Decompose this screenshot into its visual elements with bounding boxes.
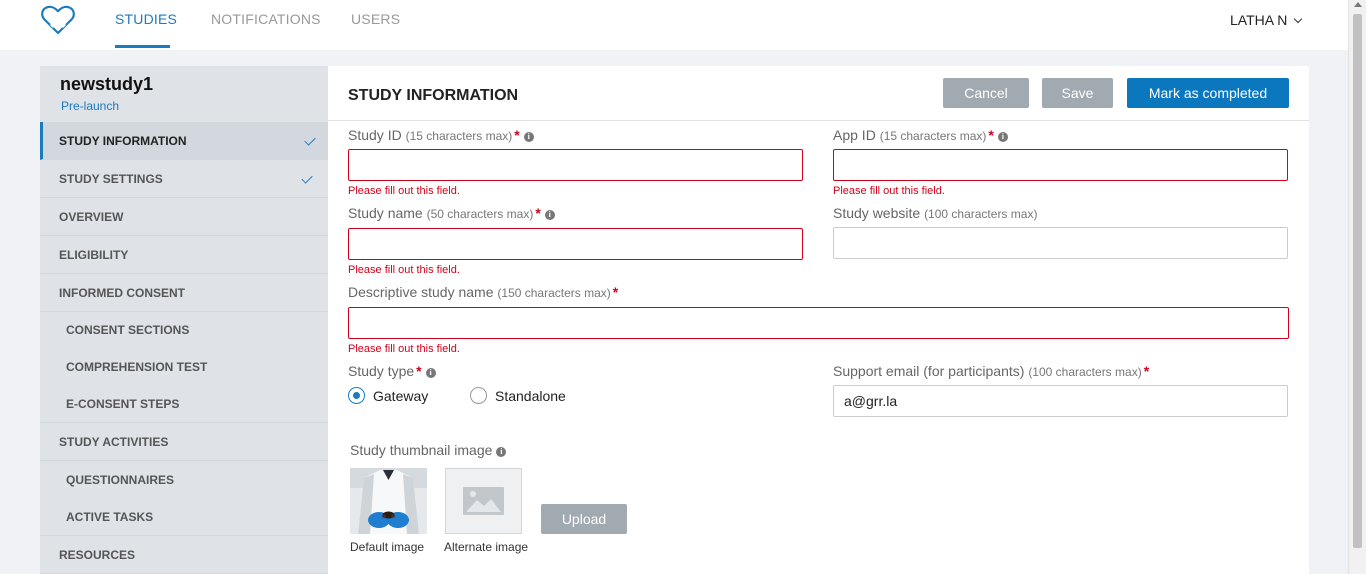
- sidebar-item-label: OVERVIEW: [59, 209, 124, 224]
- support-email-input[interactable]: [833, 385, 1288, 417]
- sidebar-item-label: QUESTIONNAIRES: [66, 473, 175, 487]
- tab-studies[interactable]: STUDIES: [115, 11, 177, 27]
- save-button[interactable]: Save: [1042, 78, 1113, 108]
- info-icon[interactable]: i: [523, 132, 534, 142]
- alternate-image-caption: Alternate image: [444, 540, 529, 554]
- sidebar-item-label: STUDY SETTINGS: [59, 171, 163, 186]
- default-image-caption: Default image: [350, 540, 425, 554]
- scientist-photo-icon: [350, 468, 427, 534]
- sidebar-item-label: ACTIVE TASKS: [66, 509, 154, 524]
- required-asterisk: *: [514, 127, 520, 143]
- upload-button[interactable]: Upload: [541, 504, 627, 534]
- sidebar-item-overview[interactable]: OVERVIEW: [40, 198, 328, 236]
- sidebar-item-label: ELIGIBILITY: [59, 247, 129, 262]
- page-title: STUDY INFORMATION: [348, 87, 519, 104]
- sidebar-item-questionnaires[interactable]: QUESTIONNAIRES: [40, 461, 328, 499]
- study-name: newstudy1: [60, 74, 154, 94]
- radio-button-checked[interactable]: [348, 387, 365, 404]
- study-type-label: Study type * i: [348, 363, 436, 379]
- required-asterisk: *: [1143, 363, 1150, 379]
- mark-as-completed-button[interactable]: Mark as completed: [1127, 78, 1289, 108]
- sidebar-item-label: CONSENT SECTIONS: [66, 323, 190, 337]
- sidebar-item-study-activities[interactable]: STUDY ACTIVITIES: [40, 423, 328, 461]
- required-asterisk: *: [416, 363, 422, 379]
- radio-gateway[interactable]: Gateway: [348, 387, 428, 404]
- descriptive-study-name-input[interactable]: [348, 307, 1289, 339]
- tab-users[interactable]: USERS: [351, 11, 400, 27]
- sidebar-item-study-information[interactable]: STUDY INFORMATION: [40, 122, 328, 160]
- sidebar-item-e-consent-steps[interactable]: E-CONSENT STEPS: [40, 385, 328, 423]
- sidebar-item-active-tasks[interactable]: ACTIVE TASKS: [40, 498, 328, 536]
- radio-label: Gateway: [373, 387, 429, 404]
- top-nav-bar: STUDIES NOTIFICATIONS USERS LATHA N: [0, 0, 1348, 50]
- study-name-label: Study name (50 characters max) * i: [348, 205, 555, 221]
- study-status: Pre-launch: [61, 99, 120, 113]
- scrollbar-thumb[interactable]: [1353, 14, 1362, 548]
- radio-button[interactable]: [470, 387, 487, 404]
- sidebar-item-label: STUDY ACTIVITIES: [59, 434, 169, 449]
- study-website-input[interactable]: [833, 227, 1288, 259]
- tab-notifications[interactable]: NOTIFICATIONS: [211, 11, 321, 27]
- app-id-error: Please fill out this field.: [833, 185, 945, 197]
- user-menu[interactable]: LATHA N: [1230, 12, 1303, 28]
- active-tab-indicator: [115, 45, 170, 48]
- sidebar-item-label: INFORMED CONSENT: [59, 285, 185, 300]
- study-information-panel: STUDY INFORMATION Cancel Save Mark as co…: [328, 66, 1309, 574]
- sidebar-item-label: STUDY INFORMATION: [59, 133, 187, 148]
- sidebar-item-label: RESOURCES: [59, 547, 136, 562]
- cancel-button[interactable]: Cancel: [943, 78, 1029, 108]
- user-name: LATHA N: [1230, 12, 1288, 28]
- checkmark-icon: [304, 134, 316, 146]
- chevron-down-icon: [1294, 14, 1303, 24]
- app-id-label: App ID (15 characters max) * i: [833, 127, 1008, 143]
- sidebar-item-study-settings[interactable]: STUDY SETTINGS: [40, 160, 328, 198]
- required-asterisk: *: [988, 127, 994, 143]
- study-id-error: Please fill out this field.: [348, 185, 460, 197]
- descriptive-study-name-label: Descriptive study name (150 characters m…: [348, 284, 619, 300]
- checkmark-icon: [301, 172, 313, 184]
- sidebar-item-label: E-CONSENT STEPS: [66, 396, 180, 411]
- study-sidebar: newstudy1 Pre-launch STUDY INFORMATION S…: [40, 66, 328, 574]
- sidebar-item-eligibility[interactable]: ELIGIBILITY: [40, 236, 328, 274]
- sidebar-item-comprehension-test[interactable]: COMPREHENSION TEST: [40, 348, 328, 386]
- radio-label: Standalone: [495, 387, 566, 404]
- radio-standalone[interactable]: Standalone: [470, 387, 566, 404]
- support-email-label: Support email (for participants) (100 ch…: [833, 363, 1150, 379]
- sidebar-item-resources[interactable]: RESOURCES: [40, 536, 328, 574]
- study-website-label: Study website (100 characters max): [833, 205, 1038, 221]
- info-icon[interactable]: i: [425, 368, 436, 378]
- image-placeholder-icon: [463, 487, 504, 515]
- alternate-thumbnail-image[interactable]: [445, 468, 522, 534]
- heart-logo-icon[interactable]: [40, 4, 76, 36]
- study-id-label: Study ID (15 characters max) * i: [348, 127, 534, 143]
- required-asterisk: *: [535, 205, 541, 221]
- descriptive-study-name-error: Please fill out this field.: [348, 343, 460, 355]
- sidebar-item-label: COMPREHENSION TEST: [66, 360, 208, 374]
- study-id-input[interactable]: [348, 149, 803, 181]
- scroll-up-arrow-icon[interactable]: [1354, 2, 1362, 7]
- info-icon[interactable]: i: [997, 132, 1008, 142]
- study-name-input[interactable]: [348, 228, 803, 260]
- required-asterisk: *: [612, 284, 619, 300]
- default-thumbnail-image[interactable]: [350, 468, 427, 534]
- sidebar-item-consent-sections[interactable]: CONSENT SECTIONS: [40, 311, 328, 349]
- thumbnail-label: Study thumbnail image i: [350, 442, 507, 458]
- panel-header: STUDY INFORMATION Cancel Save Mark as co…: [328, 66, 1309, 121]
- info-icon[interactable]: i: [496, 447, 507, 457]
- page-scrollbar[interactable]: [1348, 0, 1366, 574]
- info-icon[interactable]: i: [544, 210, 555, 220]
- app-id-input[interactable]: [833, 149, 1288, 181]
- sidebar-item-informed-consent[interactable]: INFORMED CONSENT: [40, 274, 328, 312]
- study-name-error: Please fill out this field.: [348, 264, 460, 276]
